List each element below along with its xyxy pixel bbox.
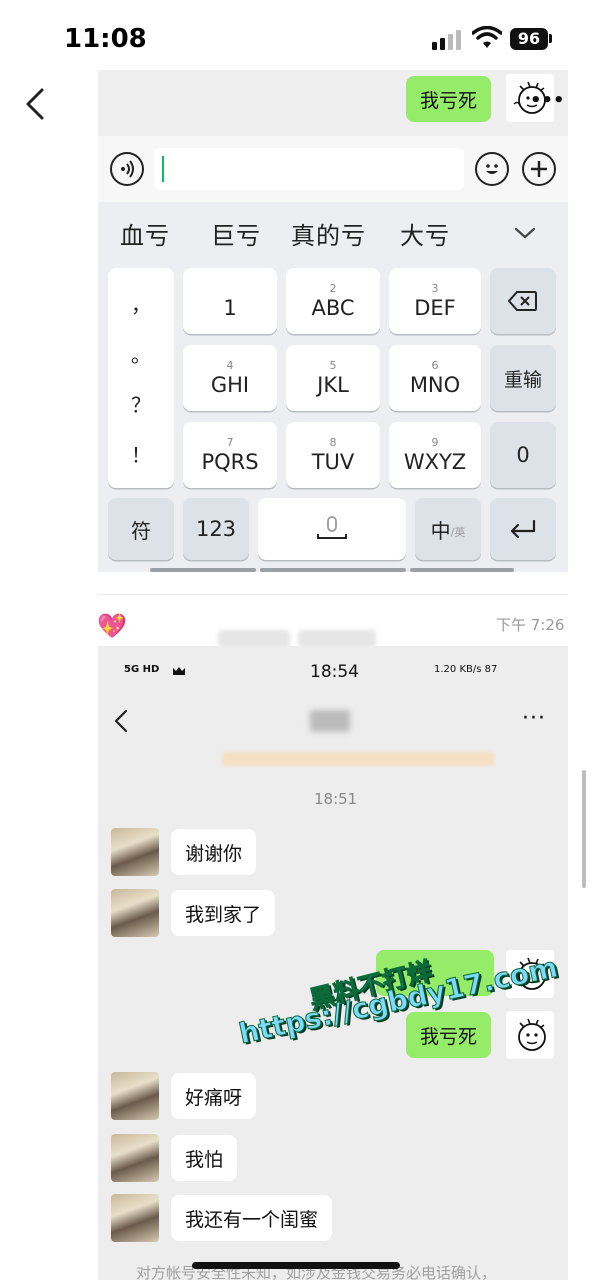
return-icon [510,519,536,539]
inner-status-right: 1.20 KB/s 87 [434,664,498,675]
language-switch-key[interactable]: 中 /英 [415,498,481,560]
punct-comma[interactable]: ， [131,289,151,318]
sparkling-heart-icon: 💖 [97,612,127,640]
candidate-word[interactable]: 真的亏 [291,216,366,251]
key-ghi[interactable]: 4 GHI [183,345,277,411]
back-icon[interactable] [112,708,130,734]
delete-key[interactable] [490,268,556,334]
divider [98,594,568,595]
battery-tip [549,34,552,43]
battery-icon: 96 [510,28,548,50]
number-key[interactable]: 123 [183,498,249,560]
received-bubble: 我到家了 [171,890,276,936]
message-text: 我亏死 [420,89,478,112]
punct-exclaim[interactable]: ！ [131,439,151,468]
key-wxyz[interactable]: 9 WXYZ [389,422,481,488]
more-icon[interactable]: ••• [530,90,565,111]
sent-bubble: 我亏死 [406,76,492,122]
blurred-notice [222,752,494,766]
punctuation-column[interactable]: ， 。 ？ ！ [108,268,174,488]
key-jkl[interactable]: 5 JKL [286,345,380,411]
candidate-word[interactable]: 血亏 [120,216,170,251]
symbol-key[interactable]: 符 [108,498,174,560]
message-text: 我亏死 [420,1025,478,1048]
crown-icon [173,667,185,675]
avatar[interactable] [111,889,159,937]
inner-status-time: 18:54 [310,662,359,682]
message-text: 谢谢你 [185,842,243,865]
avatar[interactable] [111,1072,159,1120]
enter-key[interactable] [490,498,556,560]
chat-timestamp: 18:51 [314,790,358,808]
key-1[interactable]: 1 [183,268,277,334]
more-icon[interactable]: ··· [522,706,546,731]
received-bubble: 我还有一个闺蜜 [171,1195,333,1241]
key-abc[interactable]: 2 ABC [286,268,380,334]
candidate-word[interactable]: 大亏 [400,216,450,251]
candidate-word[interactable]: 巨亏 [211,216,261,251]
message-text: 我还有一个闺蜜 [185,1208,319,1231]
reinput-key[interactable]: 重输 [490,345,556,411]
emoji-icon[interactable] [475,152,509,186]
reply-time: 下午 7:26 [496,616,565,634]
received-bubble: 好痛呀 [171,1073,257,1119]
cartoon-face-icon [518,1018,546,1051]
backspace-icon [508,291,537,311]
wifi-icon [472,26,502,48]
blurred-contact-name [310,710,350,732]
keyboard-bottom-line [150,568,256,572]
keyboard-bottom-line [260,568,406,572]
received-bubble: 谢谢你 [171,829,257,875]
back-icon[interactable] [20,86,48,122]
network-status: 5G HD [124,664,160,675]
voice-icon[interactable] [110,152,144,186]
home-indicator[interactable] [192,1262,400,1269]
key-0[interactable]: 0 [490,422,556,488]
key-tuv[interactable]: 8 TUV [286,422,380,488]
message-text: 我怕 [185,1148,224,1171]
message-text: 好痛呀 [185,1086,243,1109]
screen: 11:08 96 我亏死 ••• 血亏 巨亏 真的亏 大亏 ， 。 ？ ！ 1 … [0,0,592,1280]
key-pqrs[interactable]: 7 PQRS [183,422,277,488]
chevron-down-icon[interactable] [512,224,538,242]
sent-bubble: 我亏死 [406,1012,492,1058]
avatar[interactable] [506,1011,554,1059]
punct-question[interactable]: ？ [131,389,151,418]
avatar[interactable] [111,1134,159,1182]
avatar[interactable] [111,828,159,876]
scrollbar[interactable] [582,770,586,888]
punct-period[interactable]: 。 [131,339,151,368]
keyboard-bottom-line [410,568,514,572]
avatar[interactable] [111,1194,159,1242]
microphone-icon [317,516,347,539]
message-input[interactable] [154,148,464,190]
space-key[interactable] [258,498,406,560]
status-time: 11:08 [64,24,147,54]
text-caret [162,156,164,182]
plus-icon[interactable] [522,152,556,186]
received-bubble: 我怕 [171,1135,238,1181]
key-def[interactable]: 3 DEF [389,268,481,334]
signal-icon [432,30,461,50]
message-text: 我到家了 [185,903,262,926]
key-mno[interactable]: 6 MNO [389,345,481,411]
